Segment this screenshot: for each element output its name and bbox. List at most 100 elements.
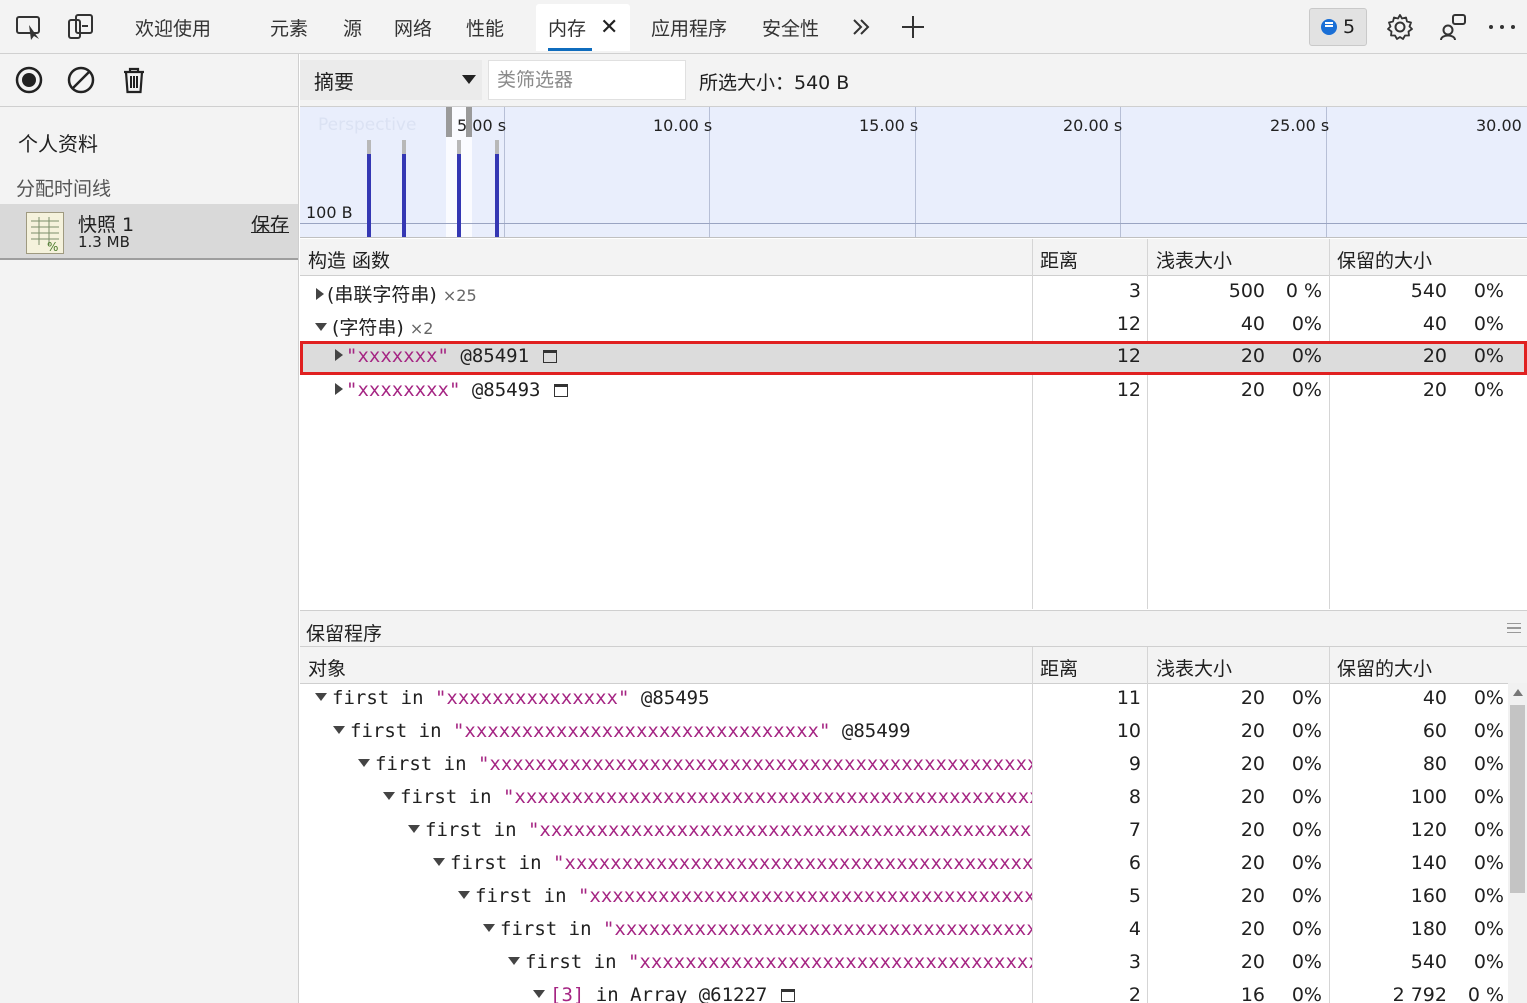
- retainer-row[interactable]: first in "xxxxxxxxxxxxxxxxxxxxxxxxxxxxxx…: [300, 947, 1527, 980]
- summary-table-header: 构造 函数 距离 浅表大小 保留的大小: [300, 239, 1527, 276]
- retained-size-value: 2 792: [1392, 984, 1447, 1003]
- trash-icon[interactable]: [119, 65, 149, 95]
- retainer-object: "xxxxxxxxxxxxxxxxxxxxxxxxxxxxxxxxxxxxxxx…: [577, 885, 1032, 907]
- resize-grip-icon[interactable]: [1507, 623, 1521, 633]
- distance-value: 3: [1128, 951, 1141, 973]
- retainer-row[interactable]: first in "xxxxxxxxxxxxxxxxxxxxxxxxxxxxxx…: [300, 914, 1527, 947]
- collapse-arrow-icon[interactable]: [458, 891, 470, 899]
- close-tab-icon[interactable]: ✕: [600, 15, 618, 40]
- retainer-edge: first in: [332, 687, 435, 709]
- tab-label: 内存: [548, 18, 587, 40]
- collapse-arrow-icon[interactable]: [483, 924, 495, 932]
- collapse-arrow-icon[interactable]: [433, 858, 445, 866]
- tab-welcome[interactable]: 欢迎使用: [135, 0, 211, 54]
- shallow-size-column-header[interactable]: 浅表大小: [1156, 654, 1232, 681]
- selection-left-handle[interactable]: [446, 107, 452, 137]
- reveal-in-panel-icon[interactable]: [781, 989, 796, 1002]
- retained-size-percent: 0%: [1473, 720, 1504, 742]
- retained-size-column-header[interactable]: 保留的大小: [1337, 246, 1432, 273]
- distance-value: 8: [1128, 786, 1141, 808]
- allocation-timeline-chart[interactable]: Perspective 5.00 s 10.00 s 15.00 s 20.00…: [300, 107, 1527, 238]
- tab-elements[interactable]: 元素: [270, 0, 308, 54]
- tab-security[interactable]: 安全性: [762, 0, 819, 54]
- class-filter-input[interactable]: [488, 60, 686, 100]
- table-row-selected[interactable]: "xxxxxxx" @85491 12 20 0% 20 0%: [300, 341, 1527, 375]
- tab-network[interactable]: 网络: [394, 0, 432, 54]
- retainer-row[interactable]: first in "xxxxxxxxxxxxxxxxxxxxxxxxxxxxxx…: [300, 848, 1527, 881]
- retainer-row[interactable]: first in "xxxxxxxxxxxxxxxxxxxxxxxxxxxxxx…: [300, 881, 1527, 914]
- view-selector[interactable]: 摘要: [300, 60, 482, 100]
- retainer-row[interactable]: first in "xxxxxxxxxxxxxxxxxxxxxxxxxxxxxx…: [300, 815, 1527, 848]
- retainer-row[interactable]: [3] in Array @61227 2 16 0% 2 792 0 %: [300, 980, 1527, 1003]
- add-tab-icon[interactable]: [898, 12, 928, 42]
- allocation-bar-cap: [495, 140, 499, 154]
- constructor-column-header[interactable]: 构造 函数: [308, 246, 390, 273]
- collapse-arrow-icon[interactable]: [333, 726, 345, 734]
- distance-column-header[interactable]: 距离: [1040, 246, 1078, 273]
- issues-badge[interactable]: 5: [1309, 8, 1367, 46]
- shallow-size-value: 20: [1240, 786, 1265, 808]
- retained-size-percent: 0%: [1473, 951, 1504, 973]
- selection-right-handle[interactable]: [466, 107, 472, 137]
- inspect-element-icon[interactable]: [14, 12, 44, 42]
- distance-column-header[interactable]: 距离: [1040, 654, 1078, 681]
- scroll-thumb[interactable]: [1510, 705, 1525, 893]
- retainer-row[interactable]: first in "xxxxxxxxxxxxxxxxxxxxxxxxxxxxxx…: [300, 716, 1527, 749]
- settings-gear-icon[interactable]: [1385, 12, 1415, 42]
- shallow-size-value: 16: [1240, 984, 1265, 1003]
- collapse-arrow-icon[interactable]: [383, 792, 395, 800]
- retainer-row[interactable]: first in "xxxxxxxxxxxxxxxxxxxxxxxxxxxxxx…: [300, 782, 1527, 815]
- retainer-row[interactable]: first in "xxxxxxxxxxxxxxx" @85495 11 20 0% 4…: [300, 683, 1527, 716]
- device-emulation-icon[interactable]: [66, 12, 96, 42]
- table-row[interactable]: "xxxxxxxx" @85493 12 20 0% 20 0%: [300, 375, 1527, 408]
- object-id: @85493: [471, 379, 541, 401]
- retained-size-value: 160: [1410, 885, 1447, 907]
- collapse-arrow-icon[interactable]: [508, 957, 520, 965]
- expand-arrow-icon[interactable]: [316, 288, 324, 300]
- snapshot-size: 1.3 MB: [78, 233, 130, 251]
- retainer-row[interactable]: first in "xxxxxxxxxxxxxxxxxxxxxxxxxxxxxx…: [300, 749, 1527, 782]
- collapse-arrow-icon[interactable]: [533, 990, 545, 998]
- object-id: @61227: [698, 984, 768, 1003]
- tab-application[interactable]: 应用程序: [651, 0, 727, 54]
- retained-size-value: 20: [1422, 345, 1447, 367]
- collapse-arrow-icon[interactable]: [315, 693, 327, 701]
- expand-arrow-icon[interactable]: [335, 349, 343, 361]
- tab-sources[interactable]: 源: [343, 0, 362, 54]
- table-row[interactable]: (串联字符串) ×25 3 500 0 % 540 0%: [300, 276, 1527, 309]
- shallow-size-column-header[interactable]: 浅表大小: [1156, 246, 1232, 273]
- timeline-tick-label: 20.00 s: [1063, 116, 1123, 135]
- retained-size-value: 60: [1422, 720, 1447, 742]
- allocation-bar: [495, 154, 499, 237]
- object-id: @85499: [841, 720, 911, 742]
- snapshot-item[interactable]: % 快照 1 1.3 MB 保存: [0, 204, 298, 260]
- more-tabs-icon[interactable]: [846, 12, 876, 42]
- shallow-size-percent: 0%: [1291, 345, 1322, 367]
- retained-size-column-header[interactable]: 保留的大小: [1337, 654, 1432, 681]
- tab-performance[interactable]: 性能: [466, 0, 504, 54]
- scroll-up-arrow-icon[interactable]: [1513, 689, 1523, 696]
- instance-count: ×2: [409, 319, 434, 338]
- reveal-in-panel-icon[interactable]: [543, 350, 558, 363]
- retained-size-percent: 0%: [1473, 280, 1504, 302]
- retained-size-percent: 0%: [1473, 345, 1504, 367]
- object-column-header[interactable]: 对象: [308, 654, 346, 681]
- dropdown-caret-icon: [462, 75, 476, 84]
- collapse-arrow-icon[interactable]: [315, 323, 327, 331]
- clear-button[interactable]: [66, 65, 96, 95]
- collapse-arrow-icon[interactable]: [408, 825, 420, 833]
- shallow-size-percent: 0%: [1291, 720, 1322, 742]
- more-options-icon[interactable]: [1487, 12, 1517, 42]
- record-button[interactable]: [14, 65, 44, 95]
- expand-arrow-icon[interactable]: [335, 383, 343, 395]
- retainers-scrollbar[interactable]: [1508, 683, 1527, 1003]
- feedback-icon[interactable]: [1438, 12, 1468, 42]
- save-snapshot-link[interactable]: 保存: [251, 210, 289, 237]
- collapse-arrow-icon[interactable]: [358, 759, 370, 767]
- retainer-object: [3]: [550, 984, 585, 1003]
- tab-memory[interactable]: 内存 ✕: [536, 4, 631, 51]
- reveal-in-panel-icon[interactable]: [554, 384, 569, 397]
- retainers-panel-title: 保留程序: [300, 610, 1527, 647]
- tab-label: 应用程序: [651, 17, 728, 40]
- table-row[interactable]: (字符串) ×2 12 40 0% 40 0%: [300, 309, 1527, 342]
